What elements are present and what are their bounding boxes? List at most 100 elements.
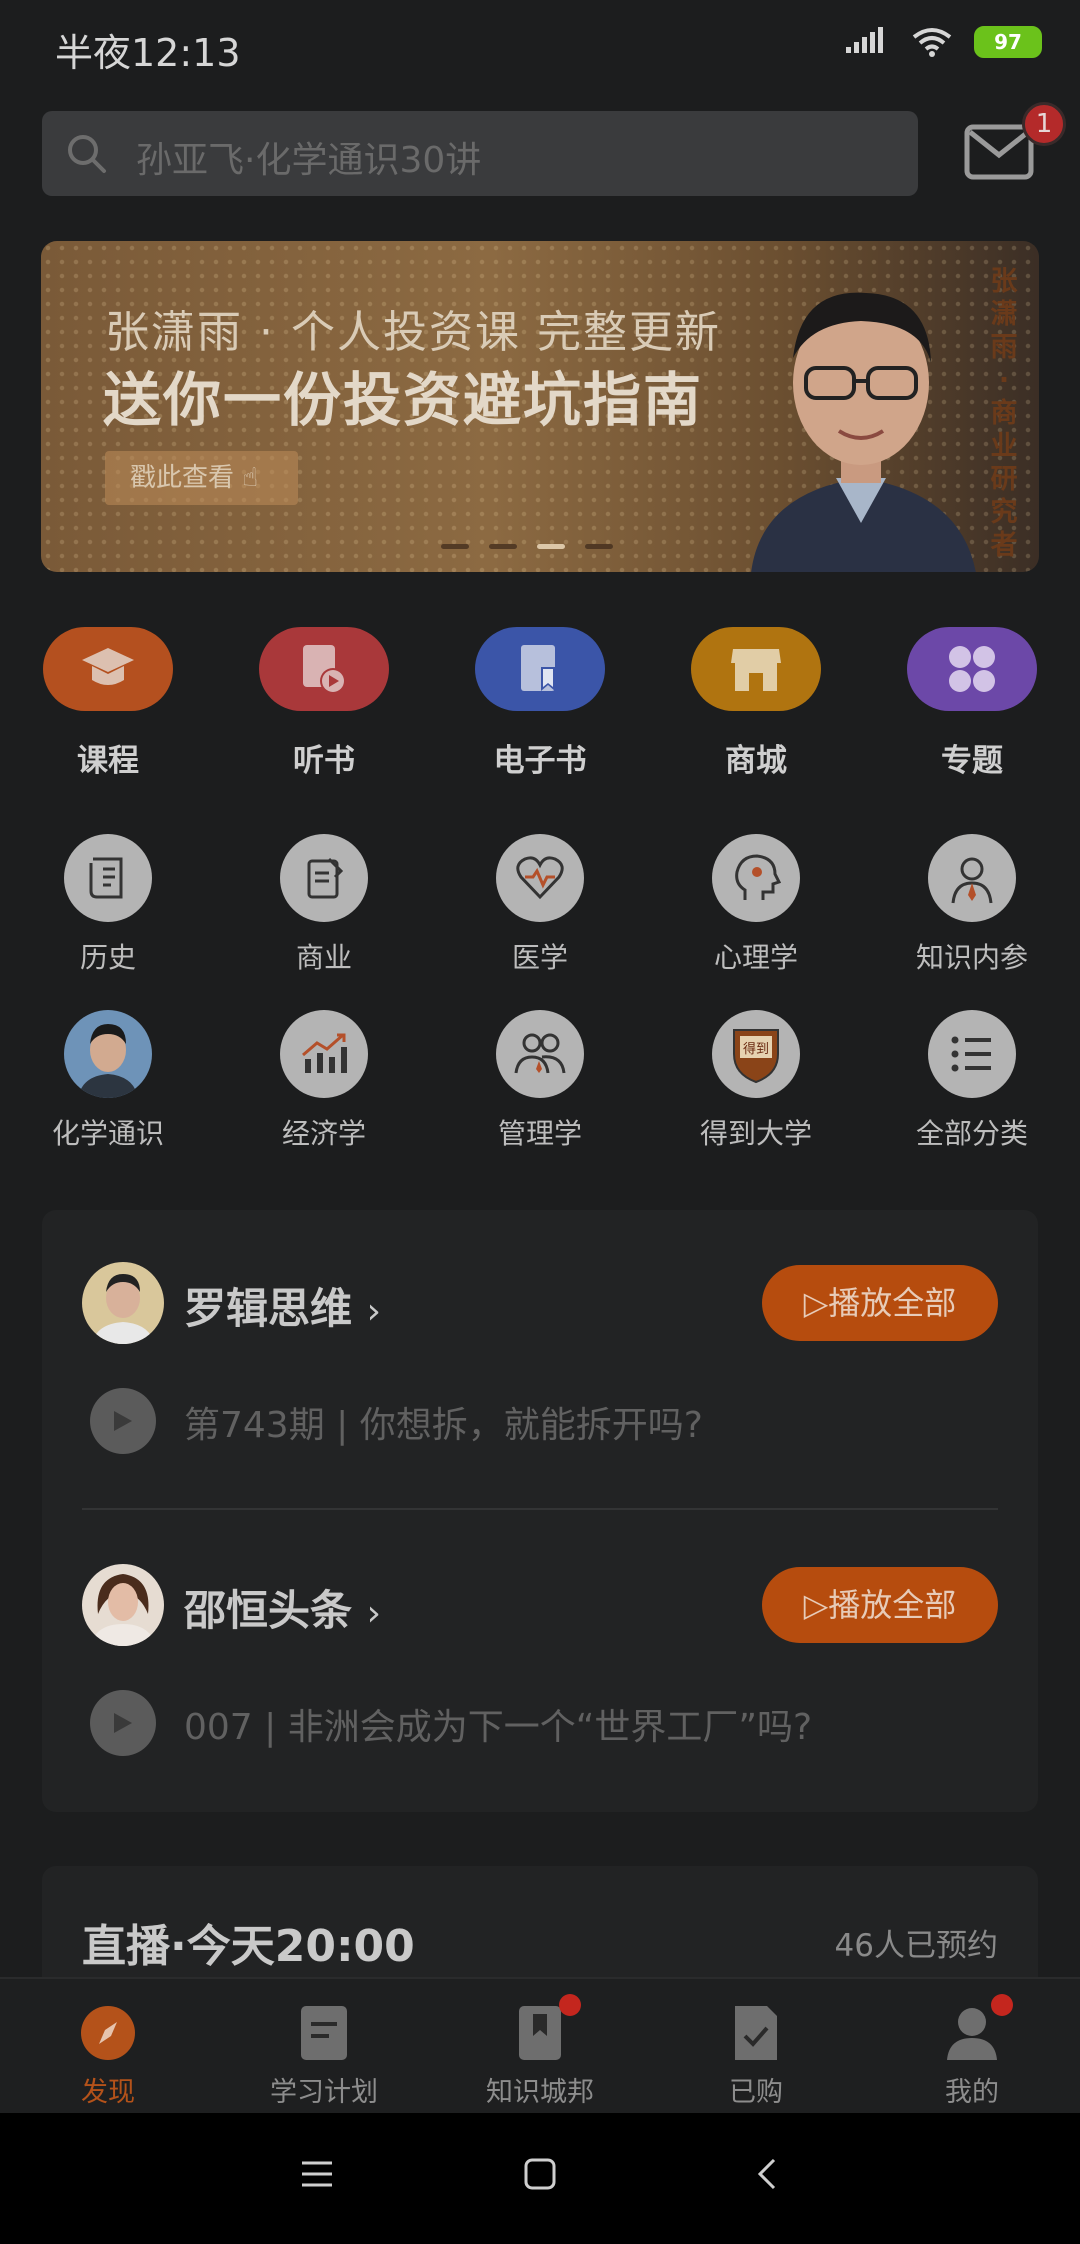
chevron-right-icon: › bbox=[366, 1291, 382, 1332]
nav-label: 课程 bbox=[77, 743, 139, 779]
live-reservation-count: 46人已预约 bbox=[834, 1928, 998, 1964]
status-bar: 半夜12:13 97 bbox=[0, 0, 1080, 92]
tab-study-plan[interactable]: 学习计划 bbox=[216, 1979, 432, 2115]
banner-title: 送你一份投资避坑指南 bbox=[103, 366, 704, 434]
battery-indicator: 97 bbox=[974, 26, 1042, 58]
banner-person-photo bbox=[751, 292, 976, 572]
bookmark-icon bbox=[511, 1994, 581, 2062]
category-chemistry[interactable]: 化学通识 bbox=[23, 1010, 193, 1152]
category-business[interactable]: 商业 bbox=[239, 834, 409, 976]
feed-title-link[interactable]: 罗辑思维 › bbox=[184, 1275, 381, 1336]
user-icon bbox=[943, 1994, 1013, 2062]
category-psychology[interactable]: 心理学 bbox=[671, 834, 841, 976]
category-all[interactable]: 全部分类 bbox=[887, 1010, 1057, 1152]
play-icon bbox=[114, 1713, 132, 1733]
tab-knowledge-city[interactable]: 知识城邦 bbox=[432, 1979, 648, 2115]
store-icon bbox=[691, 627, 821, 711]
nav-topics[interactable]: 专题 bbox=[907, 627, 1037, 780]
nav-courses[interactable]: 课程 bbox=[43, 627, 173, 780]
tab-mine[interactable]: 我的 bbox=[864, 1979, 1080, 2115]
bar-chart-up-icon bbox=[280, 1010, 368, 1098]
feed-title: 罗辑思维 bbox=[184, 1284, 353, 1333]
nav-label: 电子书 bbox=[493, 743, 587, 779]
tab-purchased[interactable]: 已购 bbox=[648, 1979, 864, 2115]
host-avatar[interactable] bbox=[82, 1262, 164, 1344]
category-label: 管理学 bbox=[497, 1117, 582, 1150]
tap-hand-icon: ☝ bbox=[242, 463, 259, 493]
play-all-button[interactable]: ▷播放全部 bbox=[762, 1567, 998, 1643]
banner-vertical-text: 张潇雨 · 商业研究者 bbox=[990, 266, 1018, 561]
banner-subtitle: 张潇雨 · 个人投资课 完整更新 bbox=[105, 307, 721, 358]
person-avatar-icon bbox=[64, 1010, 152, 1098]
host-avatar[interactable] bbox=[82, 1564, 164, 1646]
category-economics[interactable]: 经济学 bbox=[239, 1010, 409, 1152]
pager-dot bbox=[585, 544, 613, 549]
system-navigation-bar bbox=[0, 2113, 1080, 2244]
category-label: 全部分类 bbox=[915, 1117, 1028, 1150]
search-icon bbox=[68, 135, 106, 173]
grid-icon bbox=[907, 627, 1037, 711]
tab-label: 知识城邦 bbox=[486, 2077, 594, 2108]
graduation-cap-icon bbox=[43, 627, 173, 711]
play-icon: ▷ bbox=[803, 1586, 829, 1624]
episode-title[interactable]: 第743期 | 你想拆，就能拆开吗? bbox=[184, 1396, 703, 1448]
category-label: 历史 bbox=[79, 941, 136, 974]
category-insider[interactable]: 知识内参 bbox=[887, 834, 1057, 976]
category-label: 得到大学 bbox=[699, 1117, 812, 1150]
feed-title-link[interactable]: 邵恒头条 › bbox=[184, 1577, 381, 1638]
person-tie-icon bbox=[928, 834, 1016, 922]
category-medicine[interactable]: 医学 bbox=[455, 834, 625, 976]
scroll-icon bbox=[64, 834, 152, 922]
tab-discover[interactable]: 发现 bbox=[0, 1979, 216, 2115]
checked-doc-icon bbox=[727, 2004, 785, 2062]
play-all-label: 播放全部 bbox=[828, 1586, 957, 1624]
mail-badge: 1 bbox=[1022, 102, 1066, 146]
episode-title[interactable]: 007 | 非洲会成为下一个“世界工厂”吗? bbox=[184, 1698, 812, 1750]
play-all-button[interactable]: ▷播放全部 bbox=[762, 1265, 998, 1341]
live-title: 直播·今天20:00 bbox=[82, 1921, 415, 1972]
svg-text:得到: 得到 bbox=[743, 1041, 769, 1057]
episode-play-button[interactable] bbox=[90, 1388, 156, 1454]
banner-view-button[interactable]: 戳此查看 ☝ bbox=[105, 451, 298, 505]
notification-dot bbox=[991, 1994, 1013, 2016]
search-input[interactable]: 孙亚飞·化学通识30讲 bbox=[42, 111, 918, 196]
pager-dot bbox=[489, 544, 517, 549]
notification-dot bbox=[559, 1994, 581, 2016]
tab-label: 发现 bbox=[81, 2077, 135, 2108]
heart-pulse-icon bbox=[496, 834, 584, 922]
home-icon[interactable] bbox=[523, 2157, 557, 2191]
list-icon bbox=[928, 1010, 1016, 1098]
ebook-bookmark-icon bbox=[475, 627, 605, 711]
category-label: 商业 bbox=[295, 941, 352, 974]
category-label: 经济学 bbox=[281, 1117, 366, 1150]
nav-ebooks[interactable]: 电子书 bbox=[475, 627, 605, 780]
chevron-right-icon: › bbox=[366, 1593, 382, 1634]
status-icons: 97 bbox=[846, 26, 1042, 58]
category-dedao-university[interactable]: 得到 得到大学 bbox=[671, 1010, 841, 1152]
play-icon: ▷ bbox=[803, 1284, 829, 1322]
search-placeholder: 孙亚飞·化学通识30讲 bbox=[136, 140, 482, 181]
head-gear-icon bbox=[712, 834, 800, 922]
nav-label: 听书 bbox=[293, 743, 355, 779]
notepad-icon bbox=[280, 834, 368, 922]
category-management[interactable]: 管理学 bbox=[455, 1010, 625, 1152]
nav-audiobooks[interactable]: 听书 bbox=[259, 627, 389, 780]
banner-button-label: 戳此查看 bbox=[130, 463, 235, 493]
nav-store[interactable]: 商城 bbox=[691, 627, 821, 780]
back-icon[interactable] bbox=[750, 2157, 784, 2191]
category-label: 化学通识 bbox=[51, 1117, 164, 1150]
episode-play-button[interactable] bbox=[90, 1690, 156, 1756]
tab-label: 学习计划 bbox=[270, 2077, 378, 2108]
tab-label: 我的 bbox=[945, 2077, 999, 2108]
menu-icon[interactable] bbox=[300, 2157, 334, 2191]
book-play-icon bbox=[259, 627, 389, 711]
category-history[interactable]: 历史 bbox=[23, 834, 193, 976]
category-label: 心理学 bbox=[713, 941, 798, 974]
audio-feed-card: 罗辑思维 › ▷播放全部 第743期 | 你想拆，就能拆开吗? 邵恒头条 › ▷… bbox=[42, 1210, 1038, 1812]
plan-doc-icon bbox=[295, 2004, 353, 2062]
pager-dot-active bbox=[537, 544, 565, 549]
nav-label: 商城 bbox=[725, 743, 787, 779]
promo-banner[interactable]: 张潇雨 · 个人投资课 完整更新 送你一份投资避坑指南 戳此查看 ☝ 张潇雨 · 商… bbox=[41, 241, 1039, 572]
shield-crest-icon: 得到 bbox=[712, 1010, 800, 1098]
wifi-icon bbox=[912, 28, 952, 57]
